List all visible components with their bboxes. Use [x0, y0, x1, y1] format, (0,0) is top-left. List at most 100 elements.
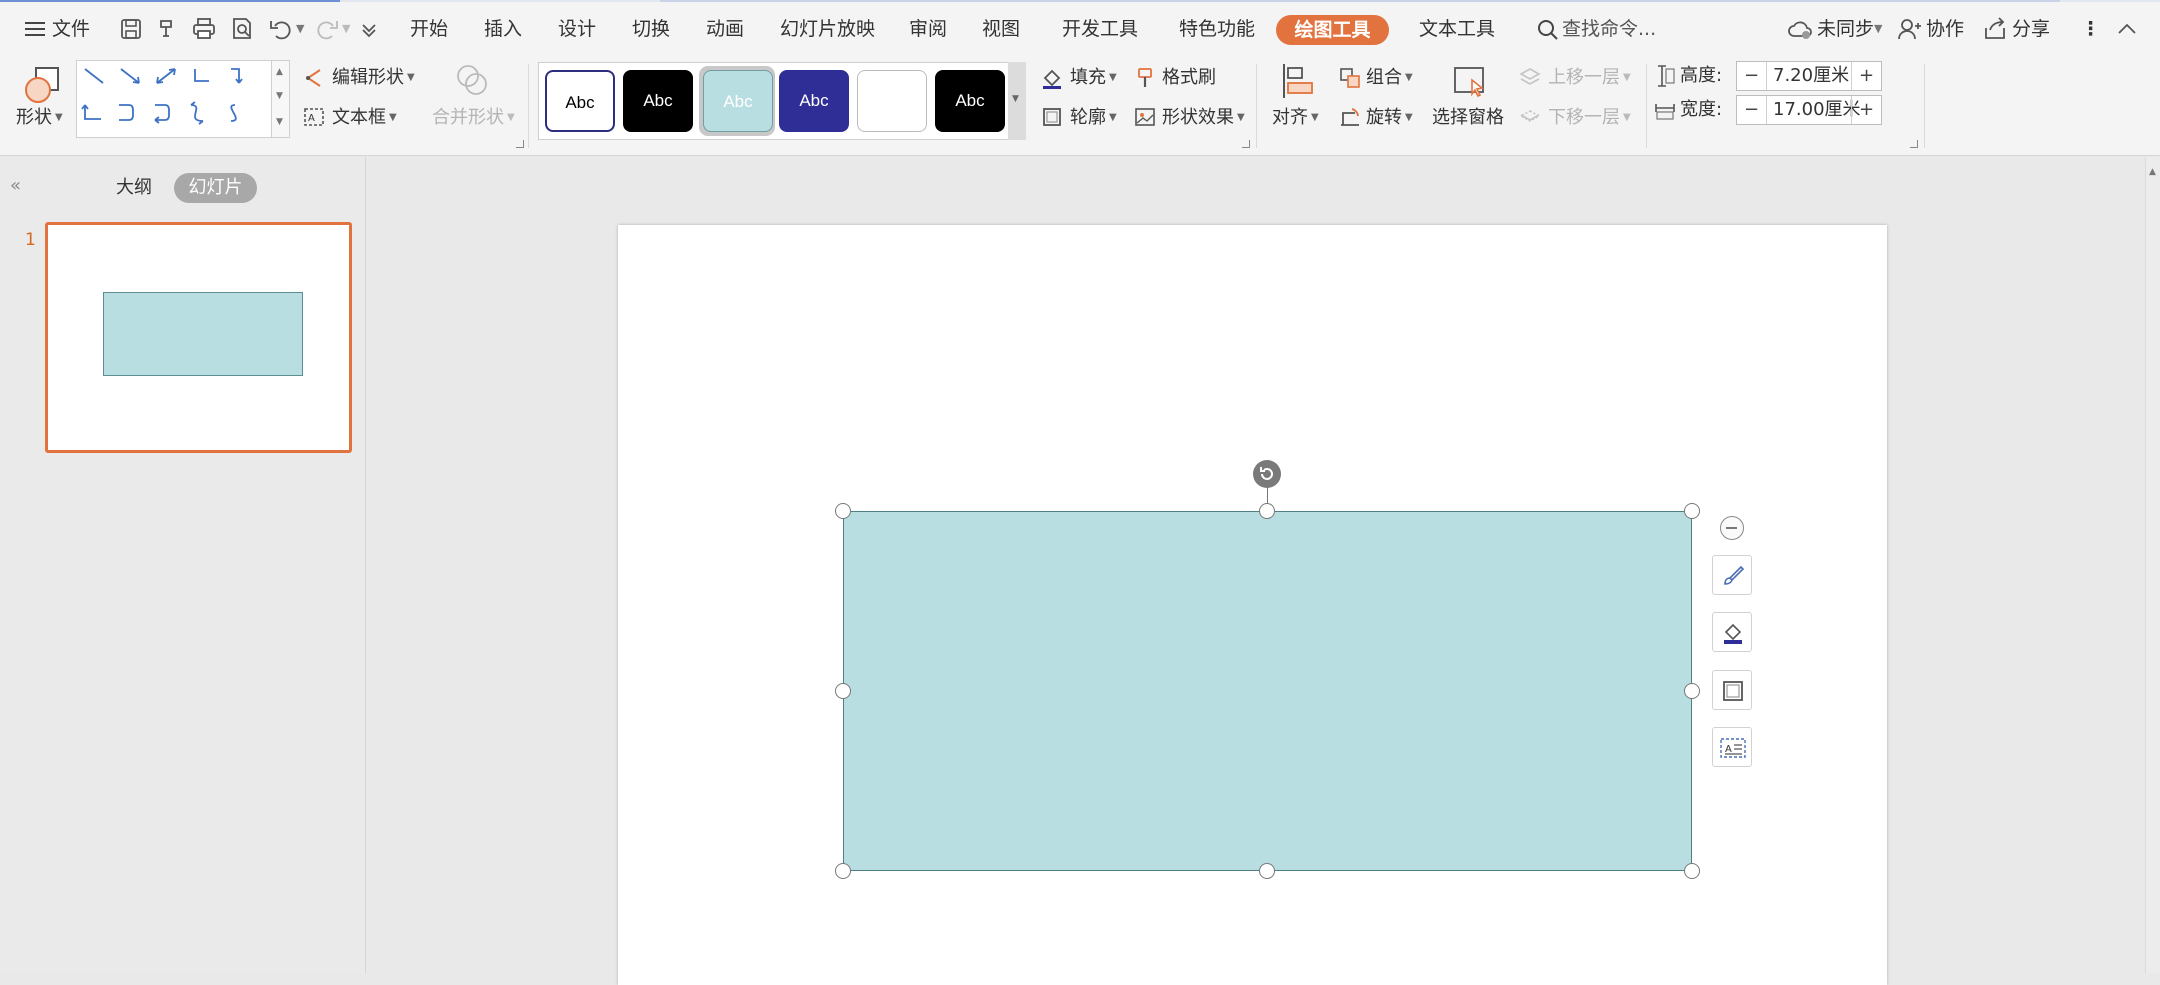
width-decrease-button[interactable]: −: [1737, 96, 1767, 124]
tab-features[interactable]: 特色功能: [1179, 15, 1255, 43]
share-icon[interactable]: [1982, 16, 2008, 42]
sync-status[interactable]: 未同步: [1817, 15, 1874, 43]
selection-pane-icon[interactable]: [1452, 64, 1488, 100]
size-group-launcher[interactable]: [1910, 140, 1918, 148]
undo-icon[interactable]: [268, 16, 294, 42]
align-button[interactable]: 对齐 ▼: [1272, 106, 1319, 130]
style-swatch-black-2[interactable]: Abc: [935, 70, 1005, 132]
undo-dropdown-icon[interactable]: ▼: [296, 15, 304, 43]
height-decrease-button[interactable]: −: [1737, 62, 1767, 90]
tab-home[interactable]: 开始: [410, 15, 448, 43]
format-painter-button[interactable]: 格式刷: [1162, 66, 1216, 90]
tab-transition[interactable]: 切换: [632, 15, 670, 43]
slide-thumbnail[interactable]: [45, 222, 352, 453]
tab-view[interactable]: 视图: [982, 15, 1020, 43]
styles-scroll[interactable]: ▼: [1008, 62, 1026, 140]
quick-outline-button[interactable]: [1712, 670, 1752, 710]
print-preview-icon[interactable]: [229, 16, 255, 42]
width-input[interactable]: 17.00厘米: [1773, 98, 1861, 122]
width-increase-button[interactable]: +: [1851, 96, 1881, 124]
thumbnail-rectangle: [103, 292, 303, 376]
tab-outline[interactable]: 大纲: [116, 173, 152, 203]
save-icon[interactable]: [118, 16, 144, 42]
shape-group-launcher[interactable]: [516, 140, 524, 148]
collapse-pane-icon[interactable]: «: [10, 175, 21, 196]
menu-bar: 文件 ▼ ▼ 开始 插入 设计 切换 动画 幻灯片放映 审阅 视图 开发工具 特…: [0, 0, 2160, 58]
width-stepper[interactable]: − 17.00厘米 +: [1736, 95, 1882, 125]
shape-effects-icon[interactable]: [1133, 105, 1157, 129]
shape-effects-button[interactable]: 形状效果 ▼: [1162, 106, 1245, 130]
line-shapes-gallery[interactable]: [76, 60, 290, 138]
gallery-scroll[interactable]: ▲ ▼ ▼: [271, 60, 290, 138]
text-box-icon[interactable]: A: [302, 105, 326, 129]
selected-rectangle-shape[interactable]: [843, 511, 1692, 871]
style-swatch-light-teal[interactable]: Abc: [703, 70, 773, 132]
resize-handle-right[interactable]: [1684, 683, 1700, 699]
group-button[interactable]: 组合 ▼: [1366, 66, 1413, 90]
selection-pane-button[interactable]: 选择窗格: [1432, 106, 1504, 130]
quick-text-button[interactable]: A: [1712, 727, 1752, 767]
file-menu[interactable]: 文件: [52, 15, 90, 43]
tab-drawing-tools[interactable]: 绘图工具: [1276, 15, 1389, 45]
collab-icon[interactable]: [1896, 16, 1922, 42]
customize-icon[interactable]: [356, 16, 382, 42]
edit-shape-icon[interactable]: [302, 66, 326, 90]
rotate-button[interactable]: 旋转 ▼: [1366, 106, 1413, 130]
share-button[interactable]: 分享: [2012, 15, 2050, 43]
quick-fill-button[interactable]: [1712, 612, 1752, 652]
tab-slides[interactable]: 幻灯片: [174, 173, 257, 203]
group-icon[interactable]: [1338, 66, 1362, 90]
ribbon-drawing-tools: 形状 ▼ ▲ ▼ ▼ 编辑形状 ▼ A 文本框 ▼ 合并形状 ▼ Abc Abc…: [0, 58, 2160, 156]
fill-button[interactable]: 填充 ▼: [1070, 66, 1117, 90]
format-painter-icon[interactable]: [1133, 66, 1157, 90]
outline-icon[interactable]: [1040, 105, 1064, 129]
shape-styles-gallery[interactable]: Abc Abc Abc Abc Abc: [538, 62, 1026, 140]
resize-handle-bottom[interactable]: [1259, 863, 1275, 879]
more-icon[interactable]: ⋮: [2081, 15, 2100, 43]
shapes-icon[interactable]: [22, 64, 62, 104]
sync-dropdown-icon[interactable]: ▼: [1874, 15, 1882, 43]
style-swatch-white[interactable]: [857, 70, 927, 132]
collapse-ribbon-icon[interactable]: [2114, 16, 2140, 42]
style-swatch-navy[interactable]: Abc: [779, 70, 849, 132]
slides-pane: « 大纲 幻灯片 1: [0, 157, 366, 973]
rotate-icon[interactable]: [1338, 105, 1362, 129]
tab-slideshow[interactable]: 幻灯片放映: [780, 15, 875, 43]
resize-handle-top[interactable]: [1259, 503, 1275, 519]
style-swatch-black[interactable]: Abc: [623, 70, 693, 132]
resize-handle-bottom-left[interactable]: [835, 863, 851, 879]
height-input[interactable]: 7.20厘米: [1773, 64, 1849, 88]
height-stepper[interactable]: − 7.20厘米 +: [1736, 61, 1882, 91]
format-copy-icon[interactable]: [155, 16, 181, 42]
rotate-handle-icon[interactable]: [1253, 460, 1281, 488]
tab-design[interactable]: 设计: [558, 15, 596, 43]
tab-review[interactable]: 审阅: [909, 15, 947, 43]
resize-handle-top-right[interactable]: [1684, 503, 1700, 519]
vertical-scrollbar[interactable]: ▲: [2145, 157, 2160, 973]
resize-handle-bottom-right[interactable]: [1684, 863, 1700, 879]
style-swatch-outline[interactable]: Abc: [545, 70, 615, 132]
menu-icon[interactable]: [22, 16, 48, 42]
tab-developer[interactable]: 开发工具: [1062, 15, 1138, 43]
print-icon[interactable]: [191, 16, 217, 42]
tab-animation[interactable]: 动画: [706, 15, 744, 43]
collapse-toolbar-icon[interactable]: [1720, 516, 1744, 540]
cloud-icon[interactable]: [1787, 16, 1813, 42]
shapes-button[interactable]: 形状 ▼: [16, 106, 63, 130]
quick-style-button[interactable]: [1712, 555, 1752, 595]
height-increase-button[interactable]: +: [1851, 62, 1881, 90]
align-icon[interactable]: [1280, 62, 1316, 100]
fill-bucket-icon: [1724, 623, 1742, 644]
collab-button[interactable]: 协作: [1926, 15, 1964, 43]
edit-shape-button[interactable]: 编辑形状 ▼: [332, 66, 415, 90]
tab-insert[interactable]: 插入: [484, 15, 522, 43]
outline-button[interactable]: 轮廓 ▼: [1070, 106, 1117, 130]
style-group-launcher[interactable]: [1242, 140, 1250, 148]
fill-icon[interactable]: [1040, 66, 1064, 90]
resize-handle-top-left[interactable]: [835, 503, 851, 519]
text-box-button[interactable]: 文本框 ▼: [332, 106, 397, 130]
connector-shapes[interactable]: [77, 61, 272, 137]
resize-handle-left[interactable]: [835, 683, 851, 699]
tab-text-tools[interactable]: 文本工具: [1419, 15, 1495, 43]
window-top-line: [0, 0, 2160, 2]
